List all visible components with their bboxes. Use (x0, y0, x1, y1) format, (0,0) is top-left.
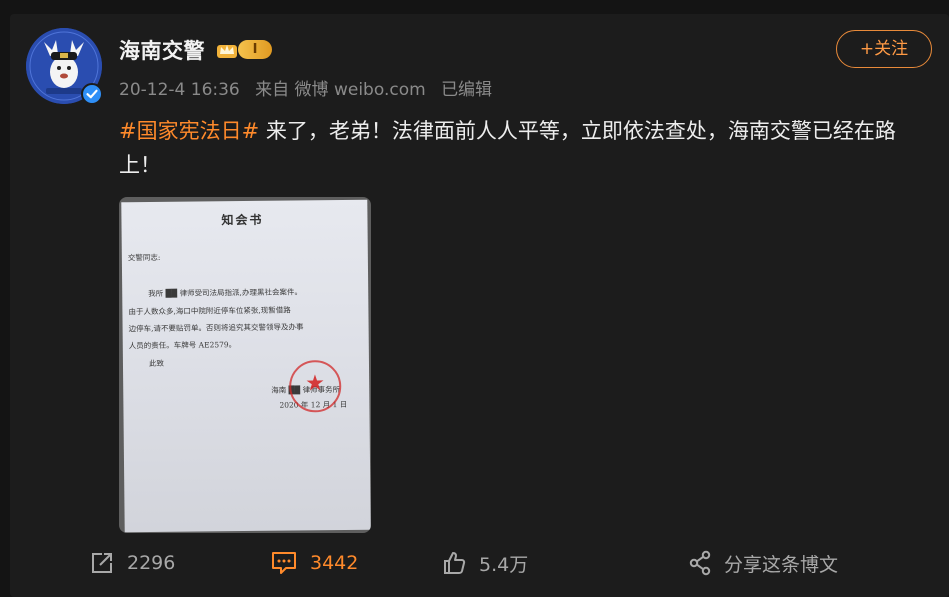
share-button[interactable]: 分享这条博文 (688, 541, 838, 585)
forward-count: 2296 (127, 552, 176, 574)
like-count: 5.4万 (479, 553, 529, 576)
thumbs-up-icon (444, 552, 466, 574)
comment-button[interactable]: 3442 (270, 541, 358, 585)
post-time[interactable]: 20-12-4 16:36 (119, 80, 240, 100)
notice-document: 知会书 交警同志: 我所 ██ 律师受司法局指派,办理黑社会案件。 由于人数众多… (121, 199, 371, 533)
star-icon: ★ (305, 371, 326, 397)
follow-button[interactable]: +关注 (836, 30, 932, 68)
level-badge[interactable]: I (238, 40, 272, 59)
post-meta: 20-12-4 16:36 来自 微博 weibo.com 已编辑 (119, 75, 502, 100)
doc-line: 我所 ██ 律师受司法局指派,办理黑社会案件。 (148, 287, 302, 299)
action-bar: 2296 3442 5.4万 分享这条博文 (0, 541, 949, 585)
crown-icon[interactable] (215, 38, 239, 60)
doc-closing: 此致 (148, 358, 165, 369)
share-icon (689, 550, 711, 576)
like-button[interactable]: 5.4万 (441, 541, 528, 585)
user-name[interactable]: 海南交警 (119, 35, 205, 65)
post-text: #国家宪法日# 来了，老弟！法律面前人人平等，立即依法查处，海南交警已经在路上！ (119, 114, 924, 182)
doc-title: 知会书 (221, 212, 264, 228)
edited-label[interactable]: 已编辑 (441, 80, 492, 100)
doc-line: 人员的责任。车牌号 AE2579。 (128, 340, 237, 351)
doc-line: 由于人数众多,海口中院附近停车位紧张,现暂借路 (128, 305, 291, 317)
verified-icon (81, 83, 103, 105)
forward-button[interactable]: 2296 (89, 541, 175, 585)
comment-icon (272, 552, 296, 574)
share-label: 分享这条博文 (724, 553, 839, 576)
topic-link[interactable]: #国家宪法日# (119, 119, 259, 143)
red-seal-stamp: ★ (288, 360, 342, 413)
post-image[interactable]: 知会书 交警同志: 我所 ██ 律师受司法局指派,办理黑社会案件。 由于人数众多… (119, 197, 371, 533)
comment-count: 3442 (310, 552, 359, 574)
post-source: 来自 微博 weibo.com (255, 80, 426, 100)
doc-line: 边停车,请不要贴罚单。否则将追究其交警领导及办事 (128, 322, 304, 334)
forward-icon (92, 553, 112, 573)
doc-salutation: 交警同志: (127, 252, 161, 263)
